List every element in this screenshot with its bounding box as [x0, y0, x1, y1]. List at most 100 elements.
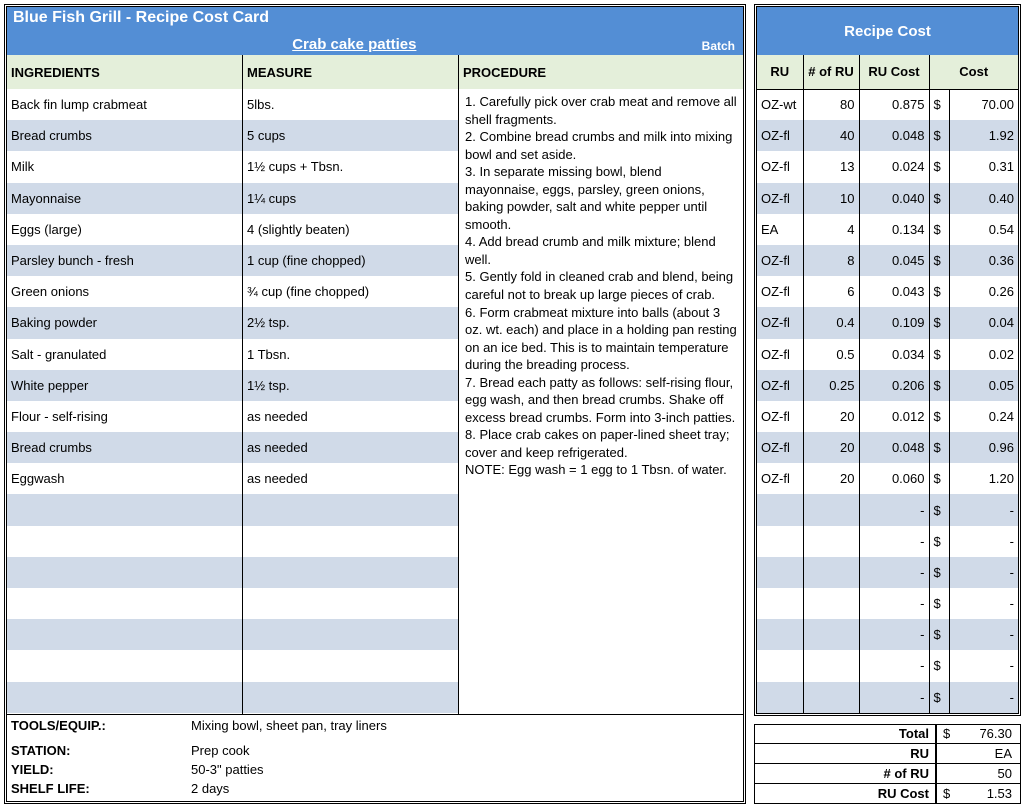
- cost-row: -$-: [757, 526, 1018, 557]
- ingredient-cell: Mayonnaise: [7, 183, 242, 214]
- col-head-nru: # of RU: [803, 55, 859, 89]
- nru-cell: 0.4: [803, 307, 859, 338]
- rucost-cell: 0.109: [859, 307, 929, 338]
- measure-cell: 4 (slightly beaten): [243, 214, 458, 245]
- rucost-cell: 0.012: [859, 401, 929, 432]
- cost-val-cell: -: [949, 682, 1018, 713]
- nru-cell: 4: [803, 214, 859, 245]
- rucost-cell: 0.060: [859, 463, 929, 494]
- recipe-cost-title: Recipe Cost: [757, 7, 1018, 55]
- summary-nru-label: # of RU: [755, 764, 936, 783]
- rucost-cell: 0.034: [859, 339, 929, 370]
- nru-cell: [803, 557, 859, 588]
- cost-val-cell: 0.04: [949, 307, 1018, 338]
- ru-cell: OZ-fl: [757, 276, 803, 307]
- ru-cell: OZ-fl: [757, 401, 803, 432]
- ingredient-cell: [7, 557, 242, 588]
- nru-cell: 20: [803, 463, 859, 494]
- cost-val-cell: 0.26: [949, 276, 1018, 307]
- cost-row: OZ-fl200.060$1.20: [757, 463, 1018, 494]
- measure-cell: as needed: [243, 401, 458, 432]
- cost-sym-cell: $: [929, 276, 949, 307]
- ingredient-cell: Parsley bunch - fresh: [7, 245, 242, 276]
- measure-cell: [243, 682, 458, 713]
- recipe-name: Crab cake patties: [7, 36, 702, 53]
- summary-rucost-label: RU Cost: [755, 784, 936, 803]
- col-head-rucost: RU Cost: [859, 55, 929, 89]
- summary-rucost-val: 1.53: [957, 786, 1020, 801]
- cost-val-cell: -: [949, 588, 1018, 619]
- ingredient-cell: Flour - self-rising: [7, 401, 242, 432]
- ingredient-cell: Milk: [7, 151, 242, 182]
- cost-row: -$-: [757, 650, 1018, 681]
- cost-sym-cell: $: [929, 432, 949, 463]
- cost-val-cell: 0.40: [949, 183, 1018, 214]
- cost-row: OZ-fl200.048$0.96: [757, 432, 1018, 463]
- cost-sym-cell: $: [929, 494, 949, 525]
- ru-cell: OZ-fl: [757, 307, 803, 338]
- measure-cell: 5 cups: [243, 120, 458, 151]
- ingredient-cell: [7, 682, 242, 713]
- ingredient-cell: Baking powder: [7, 307, 242, 338]
- station-value: Prep cook: [191, 742, 250, 761]
- rucost-cell: -: [859, 494, 929, 525]
- ingredient-cell: Eggwash: [7, 463, 242, 494]
- measure-cell: [243, 650, 458, 681]
- rucost-cell: 0.045: [859, 245, 929, 276]
- cost-val-cell: 0.05: [949, 370, 1018, 401]
- ru-cell: OZ-fl: [757, 151, 803, 182]
- ingredient-cell: White pepper: [7, 370, 242, 401]
- cost-sym-cell: $: [929, 307, 949, 338]
- shelf-label: SHELF LIFE:: [11, 780, 191, 799]
- summary-ru-val: EA: [937, 746, 1020, 761]
- cost-table: RU # of RU RU Cost Cost OZ-wt800.875$70.…: [757, 55, 1018, 713]
- rucost-cell: 0.048: [859, 120, 929, 151]
- cost-sym-cell: $: [929, 526, 949, 557]
- ingredient-cell: [7, 588, 242, 619]
- rucost-cell: 0.134: [859, 214, 929, 245]
- rucost-cell: 0.048: [859, 432, 929, 463]
- procedure-text: 1. Carefully pick over crab meat and rem…: [459, 89, 743, 714]
- cost-val-cell: -: [949, 494, 1018, 525]
- card-title: Blue Fish Grill - Recipe Cost Card: [13, 9, 737, 27]
- station-label: STATION:: [11, 742, 191, 761]
- nru-cell: 20: [803, 432, 859, 463]
- col-head-cost: Cost: [929, 55, 1018, 89]
- cost-row: OZ-fl130.024$0.31: [757, 151, 1018, 182]
- ingredient-cell: Green onions: [7, 276, 242, 307]
- cost-sym-cell: $: [929, 401, 949, 432]
- cost-row: OZ-fl0.50.034$0.02: [757, 339, 1018, 370]
- measure-cell: [243, 619, 458, 650]
- nru-cell: [803, 650, 859, 681]
- nru-cell: 13: [803, 151, 859, 182]
- ru-cell: OZ-fl: [757, 245, 803, 276]
- ru-cell: OZ-fl: [757, 339, 803, 370]
- cost-sym-cell: $: [929, 370, 949, 401]
- cost-sym-cell: $: [929, 463, 949, 494]
- ingredient-cell: [7, 619, 242, 650]
- ru-cell: OZ-fl: [757, 432, 803, 463]
- cost-row: OZ-fl200.012$0.24: [757, 401, 1018, 432]
- measure-cell: 1½ cups + Tbsn.: [243, 151, 458, 182]
- ingredients-grid: INGREDIENTS Back fin lump crabmeatBread …: [7, 55, 743, 714]
- rucost-cell: -: [859, 526, 929, 557]
- rucost-cell: 0.206: [859, 370, 929, 401]
- measure-cell: [243, 588, 458, 619]
- summary-total-label: Total: [755, 725, 936, 743]
- cost-row: OZ-wt800.875$70.00: [757, 89, 1018, 120]
- nru-cell: [803, 619, 859, 650]
- cost-sym-cell: $: [929, 89, 949, 120]
- cost-row: -$-: [757, 588, 1018, 619]
- nru-cell: 8: [803, 245, 859, 276]
- measure-cell: 2½ tsp.: [243, 307, 458, 338]
- nru-cell: [803, 526, 859, 557]
- ru-cell: [757, 526, 803, 557]
- measure-cell: as needed: [243, 432, 458, 463]
- cost-sym-cell: $: [929, 588, 949, 619]
- measure-cell: 1¼ cups: [243, 183, 458, 214]
- measure-cell: 5lbs.: [243, 89, 458, 120]
- ingredient-cell: Salt - granulated: [7, 339, 242, 370]
- cost-sym-cell: $: [929, 339, 949, 370]
- measure-cell: [243, 557, 458, 588]
- rucost-cell: -: [859, 619, 929, 650]
